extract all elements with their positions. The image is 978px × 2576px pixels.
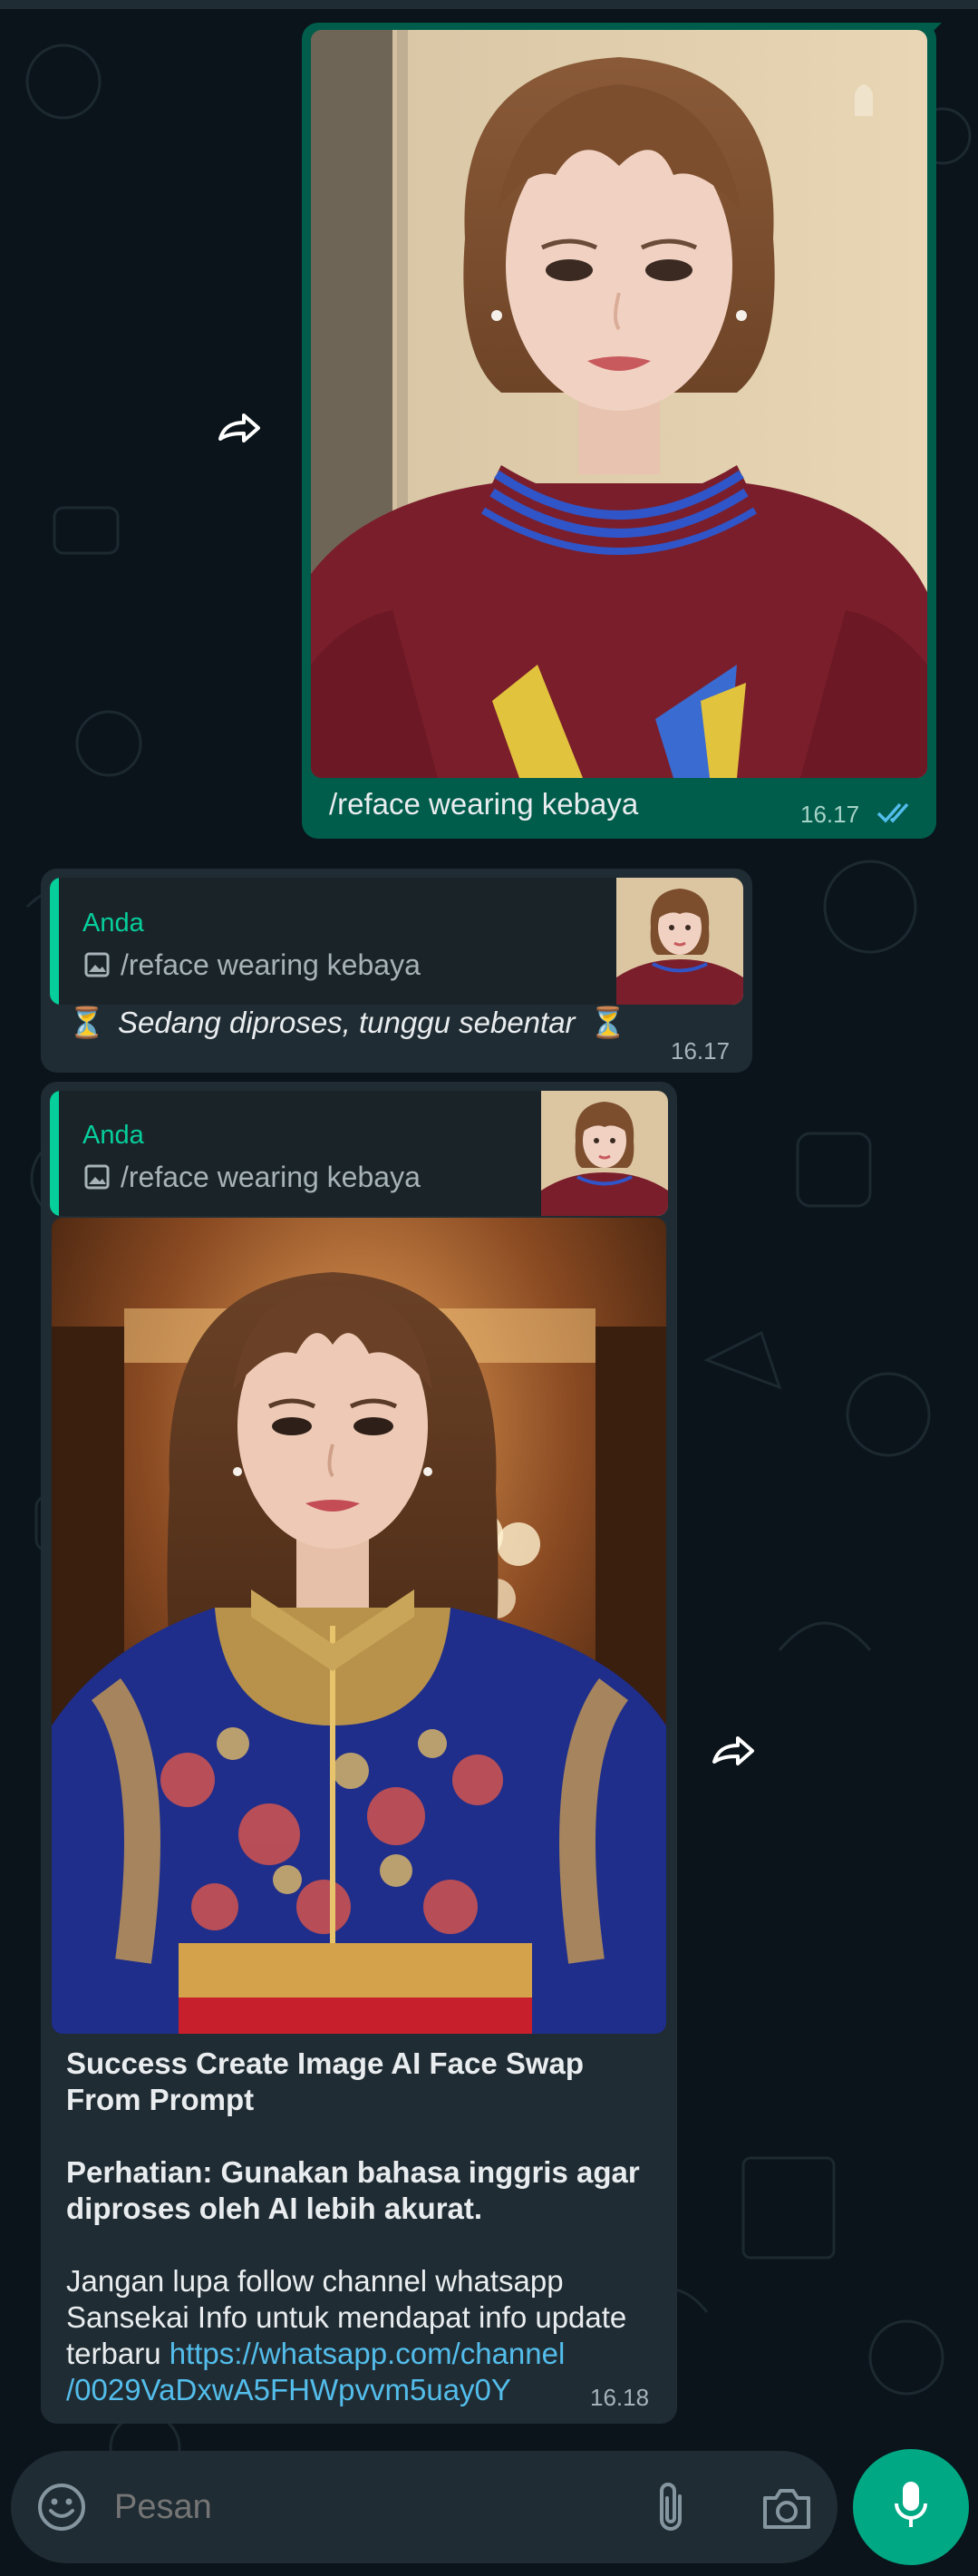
channel-link-line2[interactable]: /0029VaDxwA5FHWpvvm5uay0Y	[66, 2373, 511, 2406]
message-time: 16.17	[800, 801, 860, 828]
sent-photo[interactable]	[311, 30, 927, 778]
camera-icon[interactable]	[760, 2485, 814, 2532]
processing-text: Sedang diproses, tunggu sebentar	[118, 1006, 576, 1039]
quote-thumbnail	[616, 878, 743, 1005]
forward-icon[interactable]	[213, 403, 267, 457]
incoming-result-message[interactable]: Anda /reface wearing kebaya Success Crea…	[41, 1082, 677, 2424]
voice-record-button[interactable]	[853, 2449, 969, 2565]
quoted-message[interactable]: Anda /reface wearing kebaya	[50, 878, 743, 1005]
quote-thumbnail	[541, 1091, 668, 1216]
channel-link[interactable]: terbaru https://whatsapp.com/channel /00…	[66, 2336, 655, 2408]
result-title: Success Create Image AI Face Swap From P…	[66, 2046, 585, 2116]
image-icon	[84, 952, 110, 977]
portrait-photo-kebaya	[52, 1218, 666, 2034]
top-strip	[0, 0, 978, 9]
quote-accent-bar	[50, 1091, 59, 1216]
message-time: 16.17	[671, 1037, 731, 1064]
hourglass-emoji-end: ⏳	[589, 1006, 627, 1039]
composer-bar[interactable]	[11, 2451, 838, 2563]
portrait-photo-sweater	[311, 30, 927, 778]
message-input[interactable]	[112, 2478, 620, 2536]
microphone-icon	[895, 2482, 927, 2527]
channel-link-line1[interactable]: https://whatsapp.com/channel	[169, 2337, 566, 2370]
quote-text: /reface wearing kebaya	[121, 1161, 421, 1193]
quote-sender: Anda	[82, 909, 144, 938]
quote-accent-bar	[50, 878, 59, 1005]
result-notice: Perhatian: Gunakan bahasa inggris agar d…	[66, 2155, 640, 2225]
message-time: 16.18	[590, 2384, 650, 2411]
attach-icon[interactable]	[653, 2480, 689, 2534]
outgoing-image-message[interactable]: /reface wearing kebaya 16.17	[302, 23, 942, 839]
quote-sender: Anda	[82, 1121, 144, 1150]
quote-text: /reface wearing kebaya	[121, 948, 421, 981]
emoji-icon[interactable]	[36, 2482, 87, 2532]
caption-text: /reface wearing kebaya	[329, 787, 639, 821]
quoted-message[interactable]: Anda /reface wearing kebaya	[50, 1091, 668, 1216]
result-photo[interactable]	[52, 1218, 666, 2034]
read-receipt-icon	[876, 802, 909, 823]
incoming-status-message[interactable]: Anda /reface wearing kebaya ⏳ Sedang dip…	[41, 869, 752, 1073]
hourglass-emoji: ⏳	[68, 1006, 106, 1039]
forward-icon-result[interactable]	[707, 1725, 761, 1780]
image-icon	[84, 1164, 110, 1190]
